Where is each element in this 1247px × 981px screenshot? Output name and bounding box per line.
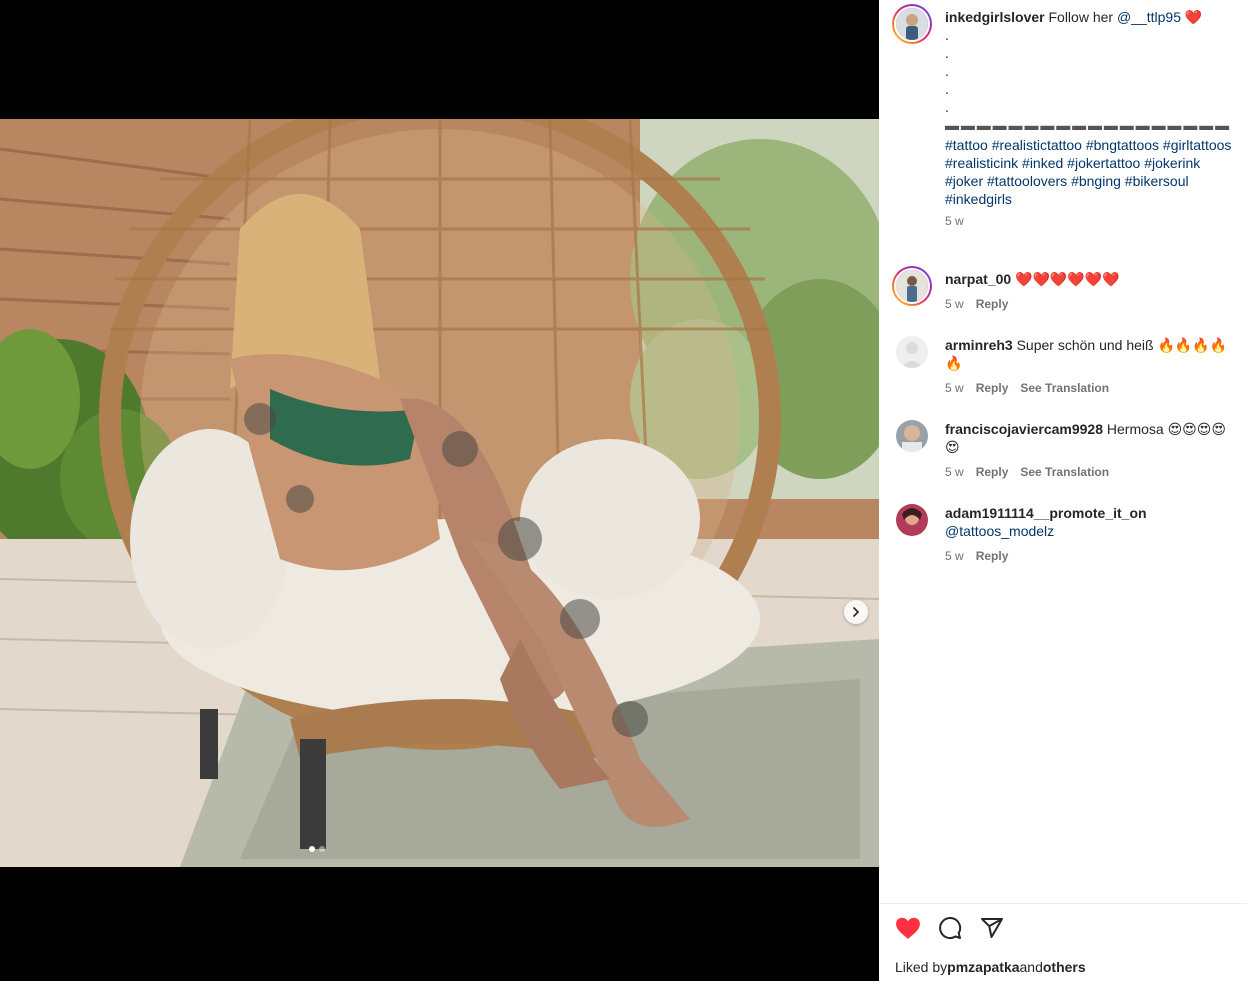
heart-filled-icon xyxy=(896,917,920,939)
caption-hashtags[interactable]: #tattoo #realistictattoo #bngtattoos #gi… xyxy=(945,136,1237,208)
avatar-image xyxy=(896,8,928,40)
liked-by-line: Liked bypmzapatkaandothers xyxy=(895,958,1086,976)
comment-username[interactable]: adam1911114__promote_it_on xyxy=(945,505,1147,521)
avatar[interactable] xyxy=(892,266,932,306)
reply-button[interactable]: Reply xyxy=(976,465,1009,479)
comment-username[interactable]: franciscojaviercam9928 xyxy=(945,421,1103,437)
comment-button[interactable] xyxy=(937,915,963,941)
photo-illustration xyxy=(0,119,879,867)
comment-item: arminreh3 Super schön und heiß 🔥🔥🔥🔥🔥 5 w… xyxy=(892,332,1237,395)
default-avatar-icon xyxy=(896,336,928,368)
post-photo[interactable] xyxy=(0,119,879,867)
reply-button[interactable]: Reply xyxy=(976,381,1009,395)
comment-time[interactable]: 5 w xyxy=(945,381,964,395)
comment-item: adam1911114__promote_it_on @tattoos_mode… xyxy=(892,500,1237,563)
comment-text: ❤️❤️❤️❤️❤️❤️ xyxy=(1015,271,1120,287)
carousel-indicator xyxy=(309,846,325,852)
liked-by-and: and xyxy=(1019,959,1043,975)
caption-separator: ▬ ▬ ▬ ▬ ▬ ▬ ▬ ▬ ▬ ▬ ▬ ▬ ▬ ▬ ▬ ▬ ▬ ▬ xyxy=(945,117,1229,133)
caption-username[interactable]: inkedgirlslover xyxy=(945,9,1045,25)
caption-row: inkedgirlslover Follow her @__ttlp95 ❤️ … xyxy=(892,4,1237,228)
share-icon xyxy=(981,918,1003,938)
comment-item: narpat_00 ❤️❤️❤️❤️❤️❤️ 5 w Reply xyxy=(892,266,1237,311)
carousel-dot-active xyxy=(309,846,315,852)
post-actions xyxy=(895,915,1005,941)
like-button[interactable] xyxy=(895,915,921,941)
caption-dot: . xyxy=(945,63,949,79)
comment-mention[interactable]: @tattoos_modelz xyxy=(945,523,1054,539)
see-translation-button[interactable]: See Translation xyxy=(1020,381,1109,395)
caption-text: Follow her xyxy=(1044,9,1117,25)
comment-time[interactable]: 5 w xyxy=(945,297,964,311)
comment-time[interactable]: 5 w xyxy=(945,465,964,479)
avatar-image xyxy=(896,504,928,536)
caption-dot: . xyxy=(945,81,949,97)
next-slide-button[interactable] xyxy=(844,600,868,624)
chevron-right-icon xyxy=(853,607,859,617)
avatar[interactable] xyxy=(892,4,932,44)
caption-dot: . xyxy=(945,99,949,115)
post-media xyxy=(0,0,879,981)
liked-by-user[interactable]: pmzapatka xyxy=(947,959,1019,975)
liked-by-others[interactable]: others xyxy=(1043,959,1086,975)
comment-username[interactable]: narpat_00 xyxy=(945,271,1011,287)
actions-divider xyxy=(879,903,1247,904)
avatar[interactable] xyxy=(896,504,928,536)
comment-icon xyxy=(939,917,962,939)
caption-dot: . xyxy=(945,45,949,61)
avatar[interactable] xyxy=(896,420,928,452)
caption-heart: ❤️ xyxy=(1184,9,1203,25)
see-translation-button[interactable]: See Translation xyxy=(1020,465,1109,479)
comment-username[interactable]: arminreh3 xyxy=(945,337,1013,353)
share-button[interactable] xyxy=(979,915,1005,941)
avatar-image xyxy=(896,270,928,302)
avatar[interactable] xyxy=(896,336,928,368)
reply-button[interactable]: Reply xyxy=(976,297,1009,311)
comment-item: franciscojaviercam9928 Hermosa 😍😍😍😍😍 5 w… xyxy=(892,416,1237,479)
caption-time[interactable]: 5 w xyxy=(945,214,964,228)
comments-list[interactable]: inkedgirlslover Follow her @__ttlp95 ❤️ … xyxy=(879,0,1247,903)
caption-dot: . xyxy=(945,27,949,43)
carousel-dot xyxy=(319,846,325,852)
post-side-panel: inkedgirlslover Follow her @__ttlp95 ❤️ … xyxy=(879,0,1247,981)
reply-button[interactable]: Reply xyxy=(976,549,1009,563)
comment-time[interactable]: 5 w xyxy=(945,549,964,563)
caption-mention[interactable]: @__ttlp95 xyxy=(1117,9,1181,25)
avatar-image xyxy=(896,420,928,452)
liked-by-prefix: Liked by xyxy=(895,959,948,975)
